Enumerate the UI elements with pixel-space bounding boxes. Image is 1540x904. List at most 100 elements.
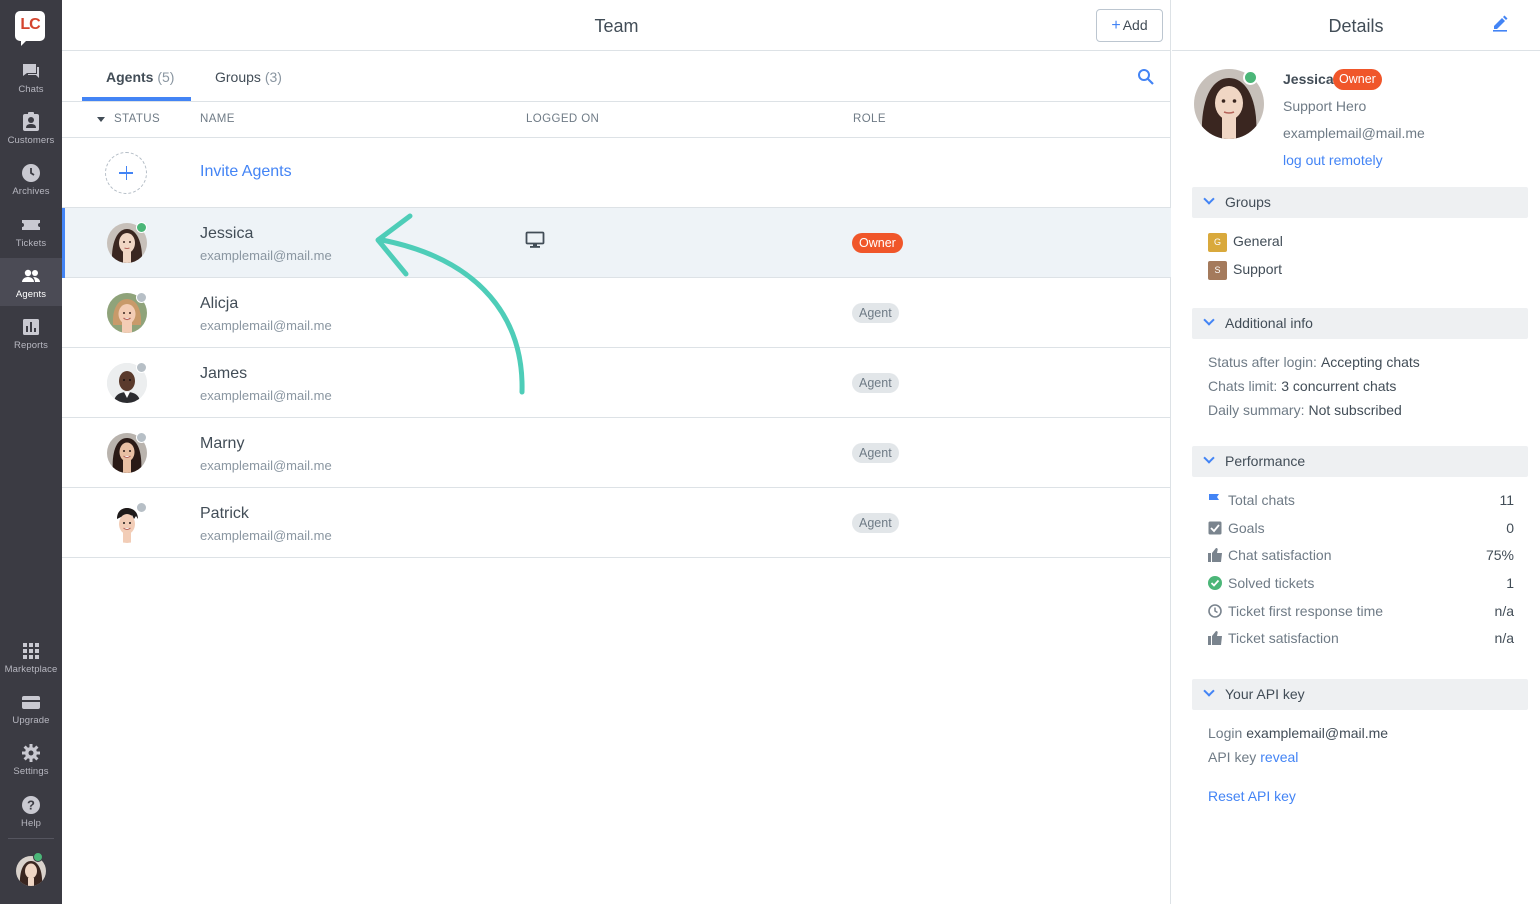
info-key: Chats limit:	[1208, 378, 1278, 394]
sidebar-divider	[8, 838, 54, 839]
add-agent-button[interactable]: + Add	[1096, 9, 1163, 42]
group-item[interactable]: S Support	[1208, 261, 1282, 280]
table-row[interactable]: James examplemail@mail.me Agent	[62, 348, 1171, 418]
api-key-row: API key reveal	[1208, 749, 1298, 765]
invite-plus-icon[interactable]	[105, 152, 147, 194]
performance-value: n/a	[1494, 630, 1514, 646]
performance-row: Chat satisfaction 75%	[1208, 546, 1514, 566]
check-circle-icon	[1208, 576, 1222, 590]
profile-name: Jessica	[1283, 71, 1334, 87]
owner-badge: Owner	[1333, 69, 1382, 90]
gear-icon	[22, 744, 40, 762]
sidebar-item-tickets[interactable]: Tickets	[0, 207, 62, 255]
sidebar-item-customers[interactable]: Customers	[0, 104, 62, 152]
group-initial-badge: G	[1208, 233, 1227, 252]
performance-value: 11	[1499, 492, 1514, 508]
reveal-api-key-link[interactable]: reveal	[1260, 749, 1298, 765]
table-row[interactable]: Jessica examplemail@mail.me Owner	[62, 208, 1171, 278]
sidebar-item-label: Customers	[7, 135, 55, 146]
search-icon[interactable]	[1137, 68, 1155, 86]
details-header: Details	[1172, 0, 1540, 51]
log-out-remotely-link[interactable]: log out remotely	[1283, 152, 1383, 168]
api-key-label: API key	[1208, 749, 1257, 765]
agent-email: examplemail@mail.me	[200, 458, 332, 473]
group-label: Support	[1233, 261, 1283, 278]
sidebar-item-help[interactable]: ? Help	[0, 787, 62, 835]
info-value: Accepting chats	[1320, 354, 1420, 370]
chevron-down-icon	[1203, 314, 1215, 326]
column-status[interactable]: STATUS	[114, 113, 160, 125]
info-value: Not subscribed	[1308, 402, 1402, 418]
team-panel: Team + Add Agents (5) Groups (3) STATUS N…	[62, 0, 1171, 904]
additional-info-section-header[interactable]: Additional info	[1192, 308, 1528, 339]
sidebar-item-agents[interactable]: Agents	[0, 258, 62, 306]
details-panel: Details Jessica Owner Support Hero examp…	[1172, 0, 1540, 904]
role-badge: Agent	[852, 443, 899, 463]
reset-api-key-link[interactable]: Reset API key	[1208, 788, 1296, 804]
edit-pencil-icon[interactable]	[1491, 14, 1509, 32]
active-tab-indicator	[82, 97, 191, 101]
performance-section-header[interactable]: Performance	[1192, 446, 1528, 477]
table-row[interactable]: Patrick examplemail@mail.me Agent	[62, 488, 1171, 558]
role-badge: Agent	[852, 373, 899, 393]
table-row[interactable]: Alicja examplemail@mail.me Agent	[62, 278, 1171, 348]
groups-section-header[interactable]: Groups	[1192, 187, 1528, 218]
sidebar-item-label: Reports	[14, 340, 48, 351]
agent-name: Jessica	[200, 225, 254, 242]
team-tabs: Agents (5) Groups (3)	[62, 51, 1171, 102]
agent-email: examplemail@mail.me	[200, 248, 332, 263]
grid-icon	[23, 643, 39, 659]
clock-icon	[1208, 604, 1222, 618]
section-title: Additional info	[1225, 315, 1313, 331]
performance-value: 0	[1506, 520, 1514, 536]
page-title: Team	[594, 16, 639, 36]
sidebar-item-label: Upgrade	[12, 715, 50, 726]
invite-agents-link[interactable]: Invite Agents	[200, 163, 292, 181]
role-badge: Owner	[852, 233, 903, 253]
offline-status-dot	[136, 292, 147, 303]
performance-label: Total chats	[1228, 492, 1295, 508]
agent-name: Patrick	[200, 505, 249, 522]
sidebar-item-upgrade[interactable]: Upgrade	[0, 684, 62, 732]
api-key-section-header[interactable]: Your API key	[1192, 679, 1528, 710]
chevron-down-icon	[1203, 452, 1215, 464]
table-header: STATUS NAME LOGGED ON ROLE	[62, 102, 1171, 138]
tab-groups[interactable]: Groups (3)	[215, 69, 282, 85]
agent-name: Marny	[200, 435, 245, 452]
sidebar-item-archives[interactable]: Archives	[0, 155, 62, 203]
offline-status-dot	[136, 362, 147, 373]
info-row: Status after login: Accepting chats	[1208, 354, 1420, 370]
performance-row: Solved tickets 1	[1208, 574, 1514, 594]
sidebar-item-settings[interactable]: Settings	[0, 735, 62, 783]
sidebar-item-label: Archives	[12, 186, 50, 197]
sort-caret-icon[interactable]	[97, 117, 105, 122]
column-logged-on: LOGGED ON	[526, 113, 600, 125]
group-label: General	[1233, 233, 1283, 250]
thumbs-up-icon	[1208, 548, 1222, 562]
tab-count: (5)	[157, 69, 175, 85]
performance-row: Ticket first response time n/a	[1208, 602, 1514, 622]
group-item[interactable]: G General	[1208, 233, 1283, 252]
performance-row: Goals 0	[1208, 519, 1514, 539]
info-key: Status after login:	[1208, 354, 1317, 370]
table-row[interactable]: Marny examplemail@mail.me Agent	[62, 418, 1171, 488]
sidebar-item-marketplace[interactable]: Marketplace	[0, 633, 62, 681]
left-sidebar: LC Chats Customers Archives Tickets Agen…	[0, 0, 62, 904]
performance-label: Ticket first response time	[1228, 603, 1384, 619]
bar-chart-icon	[23, 319, 39, 335]
sidebar-item-chats[interactable]: Chats	[0, 53, 62, 101]
sidebar-item-label: Help	[21, 818, 41, 829]
info-row: Daily summary: Not subscribed	[1208, 402, 1402, 418]
profile-job-title: Support Hero	[1283, 98, 1367, 114]
offline-status-dot	[136, 502, 147, 513]
sidebar-item-reports[interactable]: Reports	[0, 309, 62, 357]
livechat-logo[interactable]: LC	[15, 11, 45, 46]
column-role: ROLE	[853, 113, 886, 125]
sidebar-item-label: Tickets	[15, 238, 47, 249]
tab-agents[interactable]: Agents (5)	[106, 69, 174, 85]
svg-text:?: ?	[27, 798, 35, 813]
performance-value: n/a	[1494, 603, 1514, 619]
ticket-icon	[22, 220, 40, 230]
performance-label: Goals	[1228, 520, 1265, 536]
invite-agents-row[interactable]: Invite Agents	[62, 138, 1171, 208]
